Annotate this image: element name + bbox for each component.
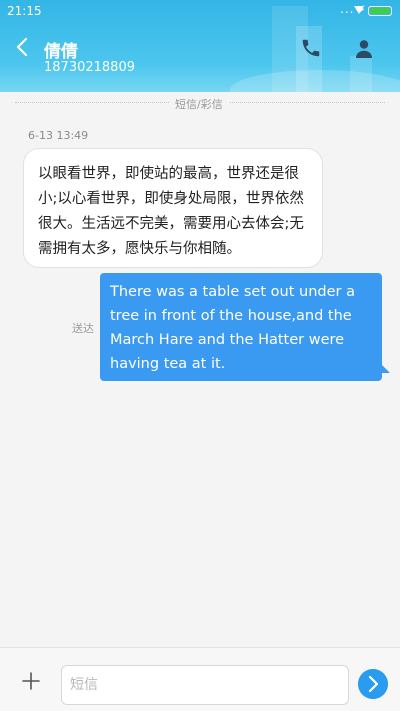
status-bar: 21:15 ... ⚡ <box>0 0 400 22</box>
message-composer <box>0 647 400 711</box>
battery-icon <box>368 6 392 16</box>
incoming-message-bubble[interactable]: 以眼看世界，即使站的最高，世界还是很小;以心看世界，即使身处局限，世界依然很大。… <box>23 148 323 268</box>
back-button[interactable] <box>12 36 34 58</box>
contact-profile-button[interactable] <box>352 37 376 61</box>
delivery-status: 送达 <box>72 322 94 335</box>
attach-button[interactable] <box>18 668 44 694</box>
outgoing-message-bubble[interactable]: There was a table set out under a tree i… <box>100 273 382 381</box>
chevron-left-icon <box>16 37 28 57</box>
plus-icon <box>22 672 40 690</box>
person-icon <box>356 40 372 58</box>
send-button[interactable] <box>358 669 388 699</box>
message-type-label: 短信/彩信 <box>169 96 229 112</box>
header-decoration <box>230 70 400 92</box>
bubble-tail <box>380 363 390 373</box>
message-timestamp: 6-13 13:49 <box>28 129 89 142</box>
contact-name: 倩倩 <box>44 42 78 62</box>
signal-indicator: ... <box>340 2 355 16</box>
battery-level <box>370 8 390 14</box>
conversation-header: 21:15 ... ⚡ 倩倩 18730218809 <box>0 0 400 92</box>
charging-icon: ⚡ <box>358 3 366 16</box>
contact-phone-number: 18730218809 <box>44 60 135 75</box>
status-time: 21:15 <box>7 4 42 18</box>
sms-conversation-screen: 21:15 ... ⚡ 倩倩 18730218809 短信/彩信 6-13 13… <box>0 0 400 711</box>
message-input[interactable] <box>61 665 349 705</box>
call-button[interactable] <box>300 37 322 59</box>
phone-icon <box>302 39 320 57</box>
